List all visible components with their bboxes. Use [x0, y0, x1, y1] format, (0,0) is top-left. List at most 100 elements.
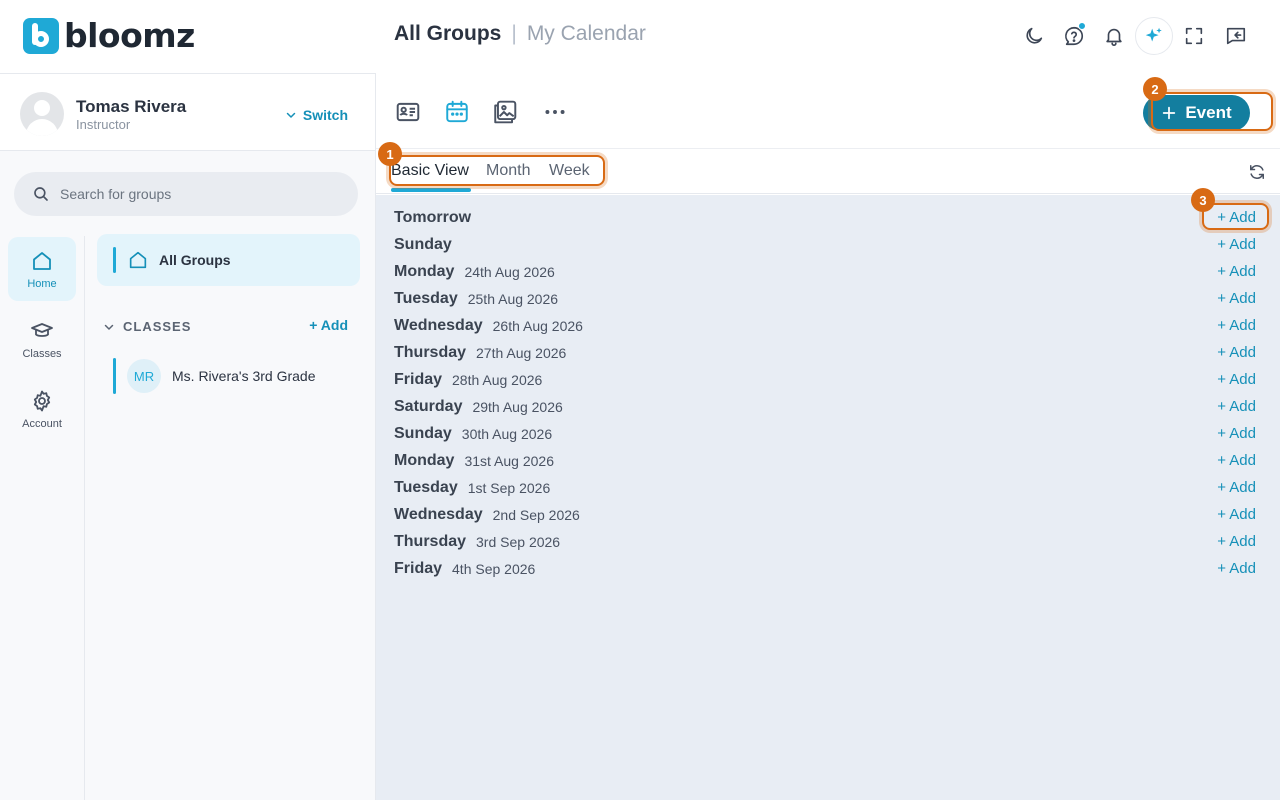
user-name: Tomas Rivera: [76, 97, 187, 116]
switch-button[interactable]: Switch: [285, 107, 348, 123]
active-tab-underline: [391, 188, 471, 192]
day-name: Wednesday: [394, 505, 483, 523]
home-icon: [33, 251, 51, 270]
day-date: 26th Aug 2026: [492, 317, 583, 334]
add-event-link[interactable]: + Add: [1217, 317, 1256, 334]
calendar-icon[interactable]: [443, 98, 471, 126]
classes-section-header[interactable]: CLASSES + Add: [103, 317, 348, 334]
chevron-down-icon: [104, 324, 114, 330]
rail-item-account[interactable]: Account: [8, 377, 76, 441]
more-icon[interactable]: [541, 98, 569, 126]
day-date: 3rd Sep 2026: [476, 533, 561, 550]
add-event-link[interactable]: + Add: [1217, 452, 1256, 469]
day-name: Monday: [394, 262, 455, 280]
day-date: 27th Aug 2026: [476, 344, 567, 361]
add-event-link[interactable]: + Add: [1217, 236, 1256, 253]
all-groups-label: All Groups: [159, 252, 231, 268]
day-row: Tuesday 1st Sep 2026 + Add: [394, 474, 1264, 501]
breadcrumb-all-groups[interactable]: All Groups: [394, 22, 501, 46]
top-bar: bloomz All Groups | My Calendar: [0, 0, 1280, 73]
ai-sparkle-icon[interactable]: [1135, 17, 1173, 55]
rail-label-classes: Classes: [22, 347, 62, 360]
day-row: Tuesday 25th Aug 2026 + Add: [394, 285, 1264, 312]
day-row: Friday 28th Aug 2026 + Add: [394, 366, 1264, 393]
day-name: Friday: [394, 370, 443, 388]
tab-week[interactable]: Week: [549, 162, 590, 180]
rail-label-home: Home: [27, 277, 57, 290]
day-name: Tomorrow: [394, 208, 472, 226]
add-event-link[interactable]: + Add: [1217, 560, 1256, 577]
home-icon: [129, 251, 147, 269]
day-name: Wednesday: [394, 316, 483, 334]
user-panel: Tomas Rivera Instructor Switch: [0, 74, 375, 151]
day-row: Friday 4th Sep 2026 + Add: [394, 555, 1264, 582]
dark-mode-icon[interactable]: [1016, 18, 1052, 54]
add-event-link[interactable]: + Add: [1217, 371, 1256, 388]
feedback-icon[interactable]: [1218, 18, 1254, 54]
add-event-link[interactable]: + Add: [1217, 533, 1256, 550]
gallery-icon[interactable]: [491, 98, 519, 126]
add-event-link[interactable]: + Add: [1217, 290, 1256, 307]
bloomz-logo[interactable]: bloomz: [23, 18, 195, 54]
add-event-link[interactable]: + Add: [1217, 425, 1256, 442]
view-tabs: Basic View Month Week: [376, 150, 1280, 194]
fullscreen-icon[interactable]: [1176, 18, 1212, 54]
plus-icon: +: [309, 317, 321, 333]
day-row: Tomorrow + Add: [394, 204, 1264, 231]
day-name: Tuesday: [394, 478, 458, 496]
rail-item-classes[interactable]: Classes: [8, 307, 76, 371]
all-groups-item[interactable]: All Groups: [97, 234, 360, 286]
add-event-button[interactable]: Event: [1143, 95, 1250, 131]
annotation-badge-3: 3: [1191, 188, 1215, 212]
class-name: Ms. Rivera's 3rd Grade: [172, 368, 316, 384]
tab-month[interactable]: Month: [486, 162, 530, 180]
day-name: Tuesday: [394, 289, 458, 307]
plus-icon: [1163, 106, 1176, 120]
gear-icon: [33, 390, 51, 411]
add-event-link[interactable]: + Add: [1217, 398, 1256, 415]
left-sidebar: Home Classes Account All Groups CLASSES …: [0, 151, 375, 800]
add-class-button[interactable]: + Add: [309, 317, 348, 333]
graduation-cap-icon: [31, 322, 53, 337]
class-item[interactable]: MR Ms. Rivera's 3rd Grade: [113, 358, 353, 394]
rail-label-account: Account: [22, 417, 62, 430]
day-row: Saturday 29th Aug 2026 + Add: [394, 393, 1264, 420]
day-name: Saturday: [394, 397, 463, 415]
rail-item-home[interactable]: Home: [8, 237, 76, 301]
add-event-link[interactable]: + Add: [1217, 506, 1256, 523]
day-date: 1st Sep 2026: [467, 479, 551, 496]
classes-header-label: CLASSES: [123, 319, 192, 334]
avatar[interactable]: [20, 92, 64, 136]
active-indicator: [113, 247, 116, 273]
add-event-link[interactable]: + Add: [1217, 344, 1256, 361]
day-row: Thursday 27th Aug 2026 + Add: [394, 339, 1264, 366]
add-event-link[interactable]: + Add: [1217, 263, 1256, 280]
day-row: Monday 24th Aug 2026 + Add: [394, 258, 1264, 285]
refresh-icon[interactable]: [1247, 162, 1267, 182]
add-event-label: Event: [1185, 103, 1232, 122]
add-event-link[interactable]: + Add: [1217, 209, 1256, 226]
day-date: 24th Aug 2026: [464, 263, 555, 280]
class-indicator: [113, 358, 116, 394]
day-date: 4th Sep 2026: [452, 560, 536, 577]
day-date: 31st Aug 2026: [464, 452, 554, 469]
add-event-link[interactable]: + Add: [1217, 479, 1256, 496]
day-date: 2nd Sep 2026: [492, 506, 580, 523]
breadcrumb-my-calendar[interactable]: My Calendar: [527, 22, 646, 46]
day-date: 28th Aug 2026: [452, 371, 543, 388]
tab-basic-view[interactable]: Basic View: [391, 162, 469, 180]
add-class-label: Add: [320, 317, 348, 333]
logo-text: bloomz: [64, 16, 195, 55]
search-box[interactable]: [14, 172, 358, 216]
breadcrumb-separator: |: [511, 22, 517, 45]
help-chat-icon[interactable]: [1056, 18, 1092, 54]
day-name: Monday: [394, 451, 455, 469]
search-input[interactable]: [60, 186, 340, 202]
feed-icon[interactable]: [394, 98, 422, 126]
day-name: Thursday: [394, 532, 467, 550]
day-date: 29th Aug 2026: [472, 398, 563, 415]
day-row: Wednesday 26th Aug 2026 + Add: [394, 312, 1264, 339]
class-avatar: MR: [127, 359, 161, 393]
day-name: Sunday: [394, 424, 452, 442]
bell-icon[interactable]: [1096, 18, 1132, 54]
